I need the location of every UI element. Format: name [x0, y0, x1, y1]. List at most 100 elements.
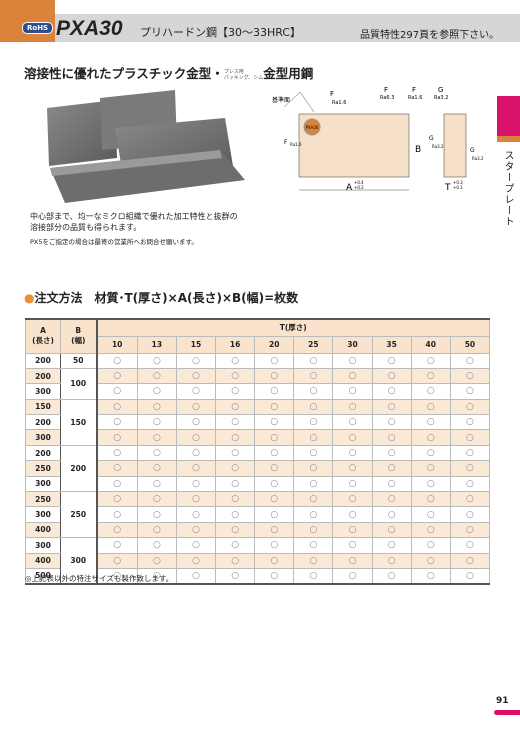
availability-mark: ○	[254, 521, 295, 539]
availability-mark: ○	[254, 444, 295, 462]
availability-mark: ○	[449, 567, 491, 585]
availability-mark: ○	[136, 491, 177, 508]
svg-text:Ra3.2: Ra3.2	[432, 144, 444, 149]
availability-mark: ○	[332, 383, 373, 400]
a-cell: 200	[25, 367, 61, 385]
availability-mark: ○	[254, 460, 295, 477]
a-cell: 400	[25, 552, 61, 569]
size-table: A (長さ) B (幅) T(厚さ) 10 13 15 16 20 25 30 35 40 50 20…	[25, 318, 491, 585]
availability-mark: ○	[254, 491, 295, 508]
availability-mark: ○	[410, 491, 451, 508]
availability-mark: ○	[410, 475, 451, 493]
availability-mark: ○	[175, 521, 217, 539]
table-row: 300 300 ○ ○ ○ ○ ○ ○ ○ ○ ○ ○	[25, 537, 491, 585]
availability-mark: ○	[136, 537, 177, 554]
description: 中心部まで、均一なミクロ組織で優れた加工特性と抜群の 溶接部分の品質も得られます。	[30, 212, 238, 232]
availability-mark: ○	[254, 567, 295, 585]
svg-text:Ra1.6: Ra1.6	[332, 100, 346, 106]
rohs-badge: RoHS	[22, 22, 54, 34]
lead-main: 溶接性に優れたプラスチック金型・	[24, 66, 224, 81]
availability-mark: ○	[175, 398, 217, 416]
availability-mark: ○	[332, 367, 373, 385]
availability-mark: ○	[332, 414, 373, 431]
table-row: 250 250 ○ ○ ○ ○ ○ ○ ○ ○ ○ ○	[25, 491, 491, 539]
availability-mark: ○	[254, 414, 295, 431]
availability-mark: ○	[215, 552, 256, 569]
availability-mark: ○	[136, 552, 177, 569]
sidebar-accent-orange	[497, 136, 520, 142]
availability-mark: ○	[254, 552, 295, 569]
availability-mark: ○	[293, 383, 334, 400]
availability-mark: ○	[254, 383, 295, 400]
table-row: 200 200 ○ ○ ○ ○ ○ ○ ○ ○ ○ ○	[25, 444, 491, 493]
availability-mark: ○	[215, 537, 256, 554]
t-header-cell: 16	[215, 335, 256, 354]
product-title: PXA30	[56, 17, 123, 40]
availability-mark: ○	[96, 460, 138, 477]
availability-mark: ○	[175, 537, 217, 554]
availability-mark: ○	[449, 383, 491, 400]
availability-mark: ○	[410, 383, 451, 400]
availability-mark: ○	[293, 506, 334, 523]
availability-mark: ○	[371, 521, 412, 539]
availability-mark: ○	[254, 398, 295, 416]
a-cell: 300	[25, 475, 61, 493]
product-subtitle: プリハードン鋼【30〜33HRC】	[140, 26, 302, 39]
availability-mark: ○	[332, 460, 373, 477]
availability-mark: ○	[96, 398, 138, 416]
b-cell: 200	[60, 444, 98, 493]
col-b-header: B (幅)	[60, 318, 98, 354]
availability-mark: ○	[371, 414, 412, 431]
svg-text:Ra1.6: Ra1.6	[290, 142, 302, 147]
svg-text:F: F	[284, 139, 288, 146]
table-row: 200 100 ○ ○ ○ ○ ○ ○ ○ ○ ○ ○	[25, 367, 491, 400]
availability-mark: ○	[293, 552, 334, 569]
availability-mark: ○	[293, 352, 334, 369]
a-cell: 300	[25, 383, 61, 400]
b-cell: 250	[60, 491, 98, 539]
availability-mark: ○	[293, 491, 334, 508]
availability-mark: ○	[371, 552, 412, 569]
availability-mark: ○	[215, 352, 256, 369]
availability-mark: ○	[449, 352, 491, 369]
svg-text:Ra1.6: Ra1.6	[408, 95, 422, 101]
svg-text:B: B	[415, 145, 421, 155]
availability-mark: ○	[371, 567, 412, 585]
availability-mark: ○	[332, 521, 373, 539]
availability-mark: ○	[215, 567, 256, 585]
t-header-cell: 10	[96, 335, 138, 354]
availability-mark: ○	[96, 383, 138, 400]
availability-mark: ○	[175, 444, 217, 462]
availability-mark: ○	[136, 398, 177, 416]
availability-mark: ○	[136, 352, 177, 369]
availability-mark: ○	[449, 429, 491, 446]
availability-mark: ○	[175, 506, 217, 523]
a-cell: 200	[25, 352, 61, 369]
sidebar-category-label: スタープレート	[502, 150, 513, 227]
a-cell: 250	[25, 460, 61, 477]
availability-mark: ○	[410, 521, 451, 539]
availability-mark: ○	[136, 429, 177, 446]
svg-text:G: G	[438, 86, 443, 94]
svg-text:A: A	[346, 183, 353, 193]
availability-mark: ○	[410, 429, 451, 446]
t-header-cell: 50	[449, 335, 491, 354]
svg-text:F: F	[384, 86, 388, 94]
a-cell: 300	[25, 537, 61, 554]
availability-mark: ○	[136, 460, 177, 477]
availability-mark: ○	[254, 352, 295, 369]
steel-plates-photo	[47, 90, 245, 203]
availability-mark: ○	[371, 398, 412, 416]
availability-mark: ○	[293, 414, 334, 431]
a-cell: 300	[25, 429, 61, 446]
availability-mark: ○	[175, 552, 217, 569]
availability-mark: ○	[371, 491, 412, 508]
availability-mark: ○	[449, 414, 491, 431]
availability-mark: ○	[332, 444, 373, 462]
availability-mark: ○	[215, 475, 256, 493]
availability-mark: ○	[254, 537, 295, 554]
availability-mark: ○	[96, 444, 138, 462]
availability-mark: ○	[410, 398, 451, 416]
availability-mark: ○	[410, 552, 451, 569]
availability-mark: ○	[449, 398, 491, 416]
